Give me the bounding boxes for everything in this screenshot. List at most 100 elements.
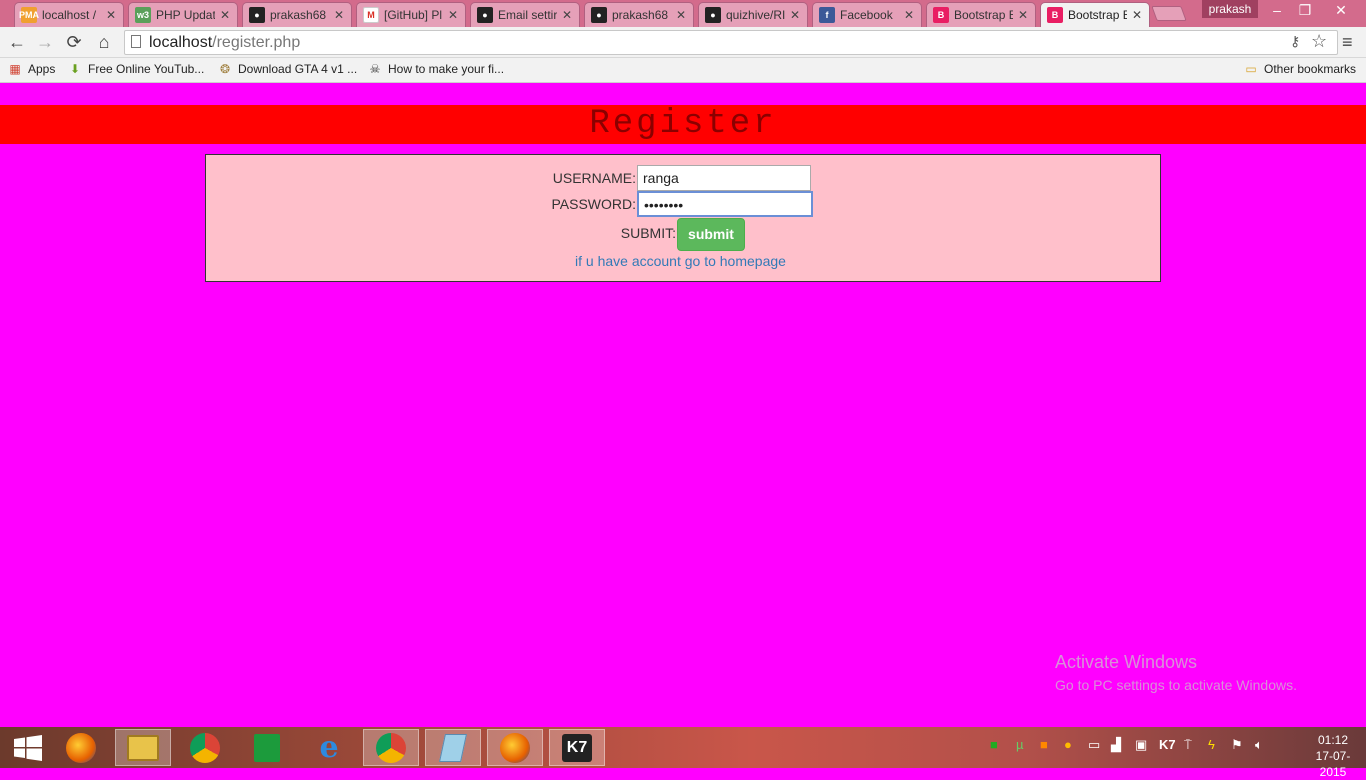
bookmark-gta[interactable]: ❂ Download GTA 4 v1 ... <box>218 62 357 76</box>
reload-button[interactable]: ⟳ <box>63 31 85 53</box>
tab-7[interactable]: ● quizhive/RI ✕ <box>698 2 808 27</box>
chrome-menu-icon[interactable]: ≡ <box>1342 32 1353 53</box>
close-tab-icon[interactable]: ✕ <box>789 8 801 22</box>
taskbar-internet-explorer[interactable]: e <box>301 729 357 766</box>
tray-display-icon[interactable]: ▭ <box>1088 737 1100 753</box>
tab-5[interactable]: ● Email settir ✕ <box>470 2 580 27</box>
bootstrap-icon: B <box>1047 7 1063 23</box>
tab-1[interactable]: PMA localhost / ✕ <box>14 2 124 27</box>
address-bar[interactable]: localhost/register.php <box>124 30 1338 55</box>
activate-windows-subtitle: Go to PC settings to activate Windows. <box>1055 677 1297 693</box>
tab-4[interactable]: M [GitHub] Pl ✕ <box>356 2 466 27</box>
tab-2[interactable]: w3 PHP Updat ✕ <box>128 2 238 27</box>
close-tab-icon[interactable]: ✕ <box>675 8 687 22</box>
firefox-icon <box>66 732 96 763</box>
page-icon <box>131 35 141 48</box>
bookmark-star-icon[interactable]: ☆ <box>1311 31 1327 52</box>
bookmark-label: Free Online YouTub... <box>88 62 205 76</box>
taskbar-firefox-2[interactable] <box>487 729 543 766</box>
tray-device-icon[interactable]: ⍑ <box>1184 737 1192 753</box>
github-icon: ● <box>591 7 607 23</box>
tab-title: PHP Updat <box>156 8 215 22</box>
close-tab-icon[interactable]: ✕ <box>561 8 573 22</box>
tray-monitor-icon[interactable]: ▣ <box>1135 737 1147 753</box>
tray-utorrent-icon[interactable]: µ <box>1016 737 1024 752</box>
tray-orange-icon[interactable]: ■ <box>1040 737 1048 752</box>
w3schools-icon: w3 <box>135 7 151 23</box>
close-tab-icon[interactable]: ✕ <box>1131 8 1143 22</box>
tray-green-icon[interactable]: ■ <box>990 737 998 752</box>
close-window-button[interactable]: ✕ <box>1326 0 1356 20</box>
tray-flash-icon[interactable]: ϟ <box>1208 737 1215 752</box>
chrome-icon <box>376 732 406 763</box>
firefox-icon <box>500 732 530 763</box>
network-signal-icon[interactable]: ▟ <box>1111 737 1121 753</box>
bookmarks-bar: ▦ Apps ⬇ Free Online YouTub... ❂ Download G… <box>0 58 1366 83</box>
github-icon: ● <box>249 7 265 23</box>
download-arrow-icon: ⬇ <box>69 62 81 76</box>
tab-3[interactable]: ● prakash68 ✕ <box>242 2 352 27</box>
taskbar-chrome[interactable] <box>177 729 233 766</box>
bookmark-label: Apps <box>28 62 56 76</box>
windows-taskbar: e K7 ■ µ ■ ● ▭ ▟ ▣ K7 ⍑ ϟ ⚑ 🔈︎ 01:12 17-… <box>0 727 1366 779</box>
file-explorer-icon <box>127 734 159 761</box>
volume-icon[interactable]: 🔈︎ <box>1255 737 1263 753</box>
taskbar-chrome-active[interactable] <box>363 729 419 766</box>
submit-button[interactable]: submit <box>677 218 745 251</box>
bookmark-apps[interactable]: ▦ Apps <box>8 62 55 76</box>
taskbar-notepad[interactable] <box>425 729 481 766</box>
bookmark-youtube-downloader[interactable]: ⬇ Free Online YouTub... <box>68 62 204 76</box>
minimize-button[interactable]: – <box>1262 0 1292 20</box>
action-center-flag-icon[interactable]: ⚑ <box>1231 737 1243 753</box>
close-tab-icon[interactable]: ✕ <box>903 8 915 22</box>
password-label: PASSWORD: <box>551 196 636 212</box>
tab-title: prakash68 <box>612 8 669 22</box>
tab-8[interactable]: f Facebook ✕ <box>812 2 922 27</box>
key-icon[interactable]: ⚷ <box>1290 33 1300 50</box>
tab-strip: PMA localhost / ✕ w3 PHP Updat ✕ ● prakash68 ✕ M [… <box>0 0 1366 27</box>
username-input[interactable]: ranga <box>637 165 811 191</box>
home-button[interactable]: ⌂ <box>93 31 115 53</box>
browser-toolbar: ← → ⟳ ⌂ localhost/register.php <box>0 27 1366 58</box>
close-tab-icon[interactable]: ✕ <box>1017 8 1029 22</box>
homepage-link[interactable]: if u have account go to homepage <box>575 253 786 269</box>
tab-10[interactable]: B Bootstrap E ✕ <box>1040 2 1150 27</box>
taskbar-k7[interactable]: K7 <box>549 729 605 766</box>
activate-windows-title: Activate Windows <box>1055 652 1198 672</box>
tray-coin-icon[interactable]: ● <box>1064 737 1072 752</box>
other-bookmarks[interactable]: ▭ Other bookmarks <box>1244 62 1356 76</box>
taskbar-store[interactable] <box>239 729 295 766</box>
url-host: localhost <box>149 34 213 51</box>
close-tab-icon[interactable]: ✕ <box>333 8 345 22</box>
forward-button[interactable]: → <box>34 31 56 53</box>
close-tab-icon[interactable]: ✕ <box>447 8 459 22</box>
tab-6[interactable]: ● prakash68 ✕ <box>584 2 694 27</box>
system-clock[interactable]: 01:12 17-07-2015 <box>1303 732 1363 780</box>
clock-time: 01:12 <box>1317 733 1349 747</box>
tab-9[interactable]: B Bootstrap E ✕ <box>926 2 1036 27</box>
facebook-icon: f <box>819 7 835 23</box>
tab-title: quizhive/RI <box>726 8 785 22</box>
password-input[interactable]: •••••••• <box>637 191 813 217</box>
username-label: USERNAME: <box>552 170 636 186</box>
new-tab-button[interactable] <box>1151 6 1187 21</box>
restore-button[interactable]: ❐ <box>1290 0 1320 20</box>
page-title: Register <box>0 105 1366 144</box>
taskbar-file-explorer[interactable] <box>115 729 171 766</box>
bootstrap-icon: B <box>933 7 949 23</box>
start-button[interactable] <box>0 729 56 766</box>
notepad-icon <box>439 733 467 762</box>
close-tab-icon[interactable]: ✕ <box>105 8 117 22</box>
clock-date: 17-07-2015 <box>1315 749 1351 779</box>
back-button[interactable]: ← <box>6 31 28 53</box>
taskbar-firefox[interactable] <box>53 729 109 766</box>
tray-k7-icon[interactable]: K7 <box>1159 737 1176 752</box>
tab-title: prakash68 <box>270 8 327 22</box>
submit-label: SUBMIT: <box>620 225 676 241</box>
close-tab-icon[interactable]: ✕ <box>219 8 231 22</box>
badge-icon: ❂ <box>219 62 231 76</box>
profile-button[interactable]: prakash <box>1202 0 1258 18</box>
github-icon: ● <box>477 7 493 23</box>
phpmyadmin-icon: PMA <box>19 7 39 23</box>
bookmark-how-to[interactable]: ☠ How to make your fi... <box>368 62 504 76</box>
